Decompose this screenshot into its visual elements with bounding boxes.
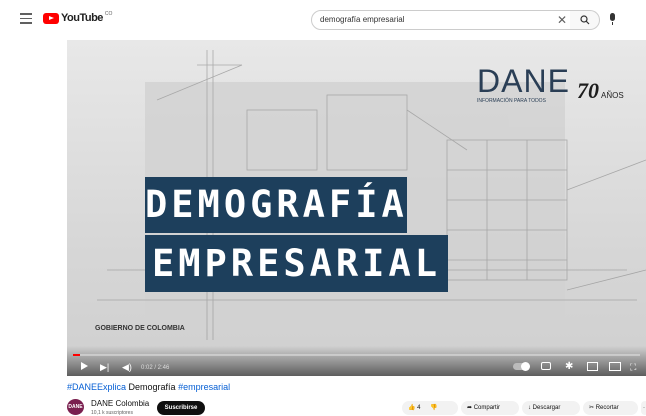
gear-icon[interactable]: ✱ bbox=[565, 362, 573, 372]
time-display: 0:02 / 2:46 bbox=[141, 365, 170, 371]
player-controls: ▶| ◀) 0:02 / 2:46 ✱ ⛶ bbox=[67, 346, 646, 376]
logo-country: CO bbox=[104, 11, 113, 17]
share-label: Compartir bbox=[473, 405, 501, 411]
progress-bar[interactable] bbox=[73, 354, 640, 356]
miniplayer-icon[interactable] bbox=[587, 362, 598, 371]
download-button[interactable]: ↓ Descargar bbox=[522, 401, 580, 415]
title-text: Demografía bbox=[126, 382, 179, 392]
video-title: #DANEExplica Demografía #empresarial bbox=[67, 382, 230, 392]
video-player[interactable]: DEMOGRAFÍA EMPRESARIAL GOBIERNO DE COLOM… bbox=[67, 40, 646, 376]
download-icon: ↓ bbox=[528, 405, 531, 411]
anniversary-word: AÑOS bbox=[601, 91, 624, 100]
menu-icon[interactable] bbox=[20, 13, 32, 24]
theater-icon[interactable] bbox=[609, 362, 621, 371]
clear-icon[interactable]: ✕ bbox=[557, 13, 567, 27]
clip-label: Recortar bbox=[595, 405, 619, 411]
youtube-logo[interactable]: YouTube CO bbox=[43, 11, 112, 25]
thumbs-down-icon[interactable]: 👎 bbox=[430, 405, 437, 411]
title-line-2: EMPRESARIAL bbox=[145, 235, 448, 292]
dane-logo: DANE INFORMACIÓN PARA TODOS bbox=[477, 65, 570, 104]
share-icon: ➦ bbox=[467, 405, 473, 411]
more-button[interactable]: · bbox=[641, 401, 646, 415]
avatar[interactable]: DANE bbox=[67, 399, 84, 415]
hashtag-link[interactable]: #DANEExplica bbox=[67, 382, 126, 392]
search-input[interactable]: demografía empresarial ✕ bbox=[311, 10, 571, 30]
next-icon[interactable]: ▶| bbox=[100, 362, 109, 372]
play-icon[interactable] bbox=[81, 362, 88, 370]
subscriber-count: 10,1 k suscriptores bbox=[91, 410, 133, 416]
thumbs-up-icon: 👍 bbox=[408, 405, 416, 411]
hashtag-link[interactable]: #empresarial bbox=[178, 382, 230, 392]
mic-icon[interactable] bbox=[610, 13, 615, 25]
fullscreen-icon[interactable]: ⛶ bbox=[630, 362, 636, 372]
subscribe-button[interactable]: Suscribirse bbox=[157, 401, 205, 415]
scissors-icon: ✂ bbox=[589, 405, 595, 411]
download-label: Descargar bbox=[532, 405, 561, 411]
clip-button[interactable]: ✂ Recortar bbox=[583, 401, 638, 415]
share-button[interactable]: ➦ Compartir bbox=[461, 401, 519, 415]
anniversary-number: 70 bbox=[577, 78, 599, 103]
channel-row: DANE DANE Colombia 10,1 k suscriptores S… bbox=[67, 398, 646, 416]
search-value: demografía empresarial bbox=[320, 15, 405, 24]
title-line-1: DEMOGRAFÍA bbox=[145, 177, 407, 233]
progress-fill bbox=[73, 354, 80, 356]
government-label: GOBIERNO DE COLOMBIA bbox=[95, 325, 185, 332]
dane-word: DANE bbox=[477, 63, 570, 99]
search-button[interactable] bbox=[570, 10, 600, 30]
autoplay-toggle[interactable] bbox=[513, 362, 530, 371]
search-icon bbox=[580, 15, 590, 25]
volume-icon[interactable]: ◀) bbox=[122, 362, 132, 372]
top-bar: YouTube CO demografía empresarial ✕ bbox=[0, 0, 646, 40]
anniversary-badge: 70 AÑOS bbox=[577, 78, 624, 104]
like-count: 4 bbox=[417, 405, 421, 411]
logo-text: YouTube bbox=[61, 12, 103, 24]
youtube-play-icon bbox=[43, 12, 59, 24]
channel-name[interactable]: DANE Colombia bbox=[91, 399, 149, 408]
subtitles-icon[interactable] bbox=[541, 362, 551, 370]
like-button[interactable]: 👍 4 👎 bbox=[402, 401, 458, 415]
